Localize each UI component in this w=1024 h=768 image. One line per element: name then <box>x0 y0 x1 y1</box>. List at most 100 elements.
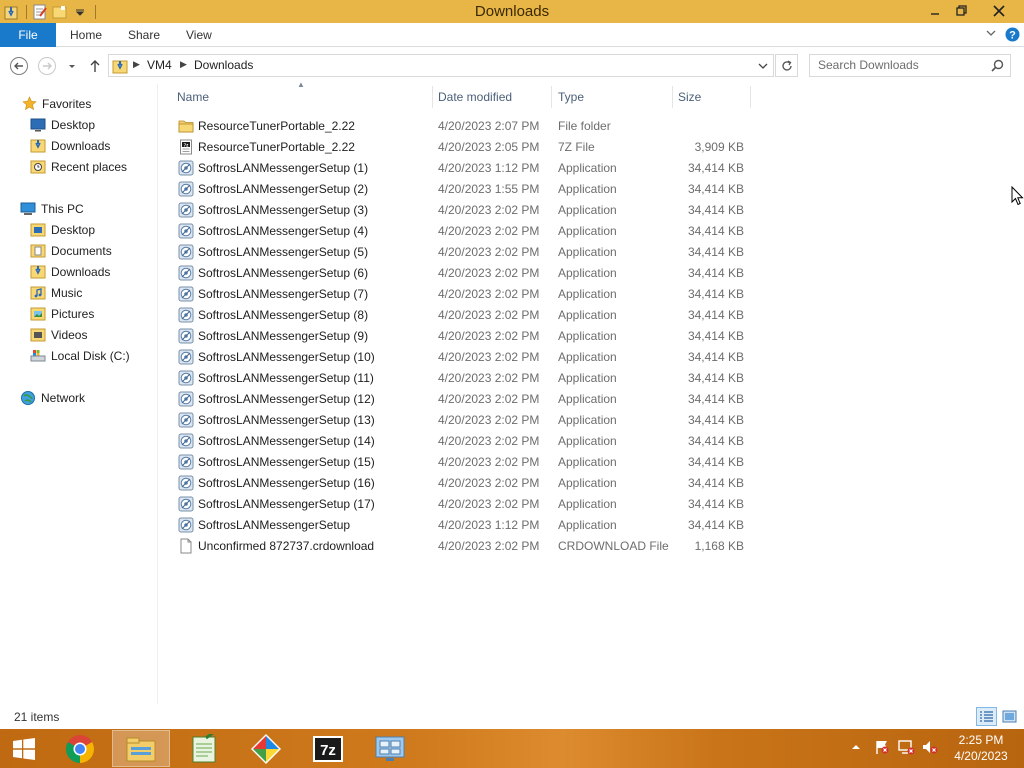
taskbar-paint-app[interactable] <box>237 730 295 767</box>
file-row[interactable]: 7z ResourceTunerPortable_2.22 4/20/2023 2:… <box>158 137 1024 158</box>
item-count: 21 items <box>14 710 60 724</box>
file-date-modified: 4/20/2023 2:02 PM <box>438 203 540 217</box>
volume-muted-icon[interactable] <box>921 739 939 758</box>
file-row[interactable]: SoftrosLANMessengerSetup (4) 4/20/2023 2:… <box>158 221 1024 242</box>
file-row[interactable]: SoftrosLANMessengerSetup (9) 4/20/2023 2:… <box>158 326 1024 347</box>
file-row[interactable]: SoftrosLANMessengerSetup (8) 4/20/2023 2:… <box>158 305 1024 326</box>
taskbar-chrome[interactable] <box>51 730 109 767</box>
nav-pc-local-disk[interactable]: Local Disk (C:) <box>30 345 130 366</box>
file-row[interactable]: SoftrosLANMessengerSetup (7) 4/20/2023 2:… <box>158 284 1024 305</box>
file-row[interactable]: SoftrosLANMessengerSetup (17) 4/20/2023 2… <box>158 494 1024 515</box>
nav-pc-desktop[interactable]: Desktop <box>30 219 95 240</box>
breadcrumb-vm4[interactable]: VM4 <box>147 58 172 72</box>
nav-pc-documents[interactable]: Documents <box>30 240 112 261</box>
file-row[interactable]: SoftrosLANMessengerSetup (12) 4/20/2023 2… <box>158 389 1024 410</box>
file-row[interactable]: SoftrosLANMessengerSetup (11) 4/20/2023 2… <box>158 368 1024 389</box>
action-center-flag-icon[interactable] <box>874 739 890 758</box>
file-date-modified: 4/20/2023 2:02 PM <box>438 308 540 322</box>
file-row[interactable]: SoftrosLANMessengerSetup (14) 4/20/2023 2… <box>158 431 1024 452</box>
file-row[interactable]: SoftrosLANMessengerSetup (3) 4/20/2023 2:… <box>158 200 1024 221</box>
file-name: SoftrosLANMessengerSetup (15) <box>198 455 375 469</box>
file-size: 34,414 KB <box>687 161 744 175</box>
column-divider[interactable] <box>672 86 673 108</box>
tab-file[interactable]: File <box>0 23 56 47</box>
column-divider[interactable] <box>551 86 552 108</box>
nav-pc-pictures[interactable]: Pictures <box>30 303 94 324</box>
column-header-size[interactable]: Size <box>678 90 701 104</box>
file-size: 34,414 KB <box>687 413 744 427</box>
file-row[interactable]: SoftrosLANMessengerSetup (6) 4/20/2023 2:… <box>158 263 1024 284</box>
column-header-name[interactable]: Name <box>177 90 209 104</box>
file-row[interactable]: SoftrosLANMessengerSetup (13) 4/20/2023 2… <box>158 410 1024 431</box>
restore-button[interactable] <box>948 0 974 21</box>
file-row[interactable]: SoftrosLANMessengerSetup (2) 4/20/2023 1:… <box>158 179 1024 200</box>
large-icons-view-button[interactable] <box>999 707 1020 726</box>
file-name: SoftrosLANMessengerSetup (4) <box>198 224 369 238</box>
taskbar-file-explorer[interactable] <box>112 730 170 767</box>
file-size: 34,414 KB <box>687 329 744 343</box>
nav-fav-desktop[interactable]: Desktop <box>30 114 95 135</box>
nav-fav-downloads[interactable]: Downloads <box>30 135 110 156</box>
nav-network[interactable]: Network <box>20 387 85 408</box>
tab-share[interactable]: Share <box>128 28 160 42</box>
system-clock[interactable]: 2:25 PM 4/20/2023 <box>944 732 1018 764</box>
column-divider[interactable] <box>750 86 751 108</box>
file-size: 34,414 KB <box>687 287 744 301</box>
refresh-button[interactable] <box>775 54 798 77</box>
column-header-date-modified[interactable]: Date modified <box>438 90 512 104</box>
address-bar[interactable]: ▶ VM4 ▶ Downloads <box>108 54 774 77</box>
search-input[interactable] <box>818 58 988 72</box>
up-button[interactable] <box>85 56 105 76</box>
taskbar-network-app[interactable] <box>361 730 419 767</box>
breadcrumb-downloads[interactable]: Downloads <box>194 58 253 72</box>
forward-button[interactable] <box>37 56 57 76</box>
back-button[interactable] <box>9 56 29 76</box>
search-icon[interactable] <box>991 59 1004 75</box>
nav-label: Recent places <box>51 159 128 174</box>
file-name: SoftrosLANMessengerSetup (8) <box>198 308 369 322</box>
column-header-type[interactable]: Type <box>558 90 584 104</box>
file-row[interactable]: SoftrosLANMessengerSetup 4/20/2023 1:12 P… <box>158 515 1024 536</box>
recent-locations-icon[interactable] <box>62 56 82 76</box>
expand-ribbon-icon[interactable] <box>985 27 997 42</box>
file-size: 34,414 KB <box>687 182 744 196</box>
taskbar: 7z 2:25 PM 4/20/2023 <box>0 729 1024 768</box>
nav-pc-downloads[interactable]: Downloads <box>30 261 110 282</box>
installer-icon <box>178 370 194 386</box>
nav-fav-recent-places[interactable]: Recent places <box>30 156 127 177</box>
file-row[interactable]: SoftrosLANMessengerSetup (1) 4/20/2023 1:… <box>158 158 1024 179</box>
show-hidden-icons-icon[interactable] <box>851 741 861 755</box>
close-button[interactable] <box>985 0 1013 21</box>
installer-icon <box>178 454 194 470</box>
file-row[interactable]: Unconfirmed 872737.crdownload 4/20/2023 2… <box>158 536 1024 557</box>
file-row[interactable]: SoftrosLANMessengerSetup (10) 4/20/2023 2… <box>158 347 1024 368</box>
address-dropdown-icon[interactable] <box>758 60 768 74</box>
taskbar-notepad[interactable] <box>175 730 233 767</box>
file-row[interactable]: SoftrosLANMessengerSetup (5) 4/20/2023 2:… <box>158 242 1024 263</box>
file-date-modified: 4/20/2023 2:02 PM <box>438 539 540 553</box>
file-row[interactable]: SoftrosLANMessengerSetup (16) 4/20/2023 2… <box>158 473 1024 494</box>
7zip-icon: 7z <box>313 735 343 762</box>
nav-this-pc[interactable]: This PC <box>20 198 84 219</box>
help-icon[interactable]: ? <box>1005 27 1020 45</box>
file-type: Application <box>558 455 617 469</box>
file-date-modified: 4/20/2023 2:02 PM <box>438 476 540 490</box>
search-box[interactable] <box>809 54 1011 77</box>
file-name: Unconfirmed 872737.crdownload <box>198 539 375 553</box>
column-divider[interactable] <box>432 86 433 108</box>
file-row[interactable]: ResourceTunerPortable_2.22 4/20/2023 2:07… <box>158 116 1024 137</box>
nav-favorites[interactable]: Favorites <box>0 93 156 114</box>
network-status-icon[interactable] <box>897 739 915 758</box>
tab-home[interactable]: Home <box>70 28 102 42</box>
installer-icon <box>178 265 194 281</box>
taskbar-7zip[interactable]: 7z <box>299 730 357 767</box>
nav-pc-music[interactable]: Music <box>30 282 82 303</box>
installer-icon <box>178 391 194 407</box>
paint-app-icon <box>251 733 281 764</box>
start-button[interactable] <box>0 730 48 767</box>
tab-view[interactable]: View <box>186 28 212 42</box>
details-view-button[interactable] <box>976 707 997 726</box>
file-row[interactable]: SoftrosLANMessengerSetup (15) 4/20/2023 2… <box>158 452 1024 473</box>
minimize-button[interactable] <box>922 0 948 21</box>
nav-pc-videos[interactable]: Videos <box>30 324 87 345</box>
